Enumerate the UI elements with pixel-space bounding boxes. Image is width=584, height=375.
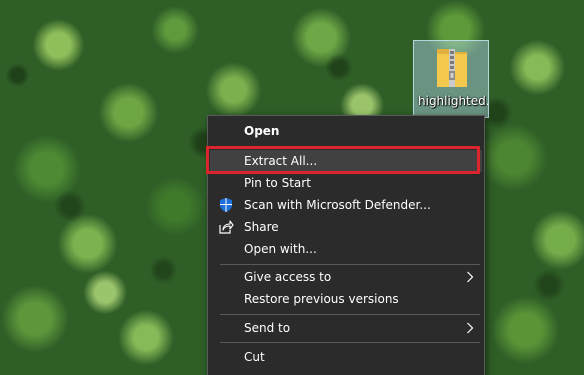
zip-folder-icon [437, 49, 467, 87]
menu-item-share[interactable]: Share [210, 216, 482, 238]
desktop-file-zip[interactable]: highlighted.zi [413, 40, 489, 118]
menu-item-open-with[interactable]: Open with... [210, 238, 482, 260]
context-menu: Open Extract All... Pin to Start Scan wi… [207, 115, 485, 375]
menu-item-label: Open [244, 124, 280, 138]
menu-item-restore-versions[interactable]: Restore previous versions [210, 288, 482, 310]
menu-separator [220, 314, 480, 315]
defender-shield-icon [220, 198, 232, 212]
menu-item-send-to[interactable]: Send to [210, 317, 482, 339]
menu-item-scan-defender[interactable]: Scan with Microsoft Defender... [210, 194, 482, 216]
menu-item-label: Cut [244, 350, 265, 364]
chevron-right-icon [467, 271, 474, 283]
desktop-icon-label: highlighted.zi [418, 94, 489, 108]
menu-item-label: Extract All... [244, 154, 318, 168]
menu-item-label: Pin to Start [244, 176, 311, 190]
menu-item-label: Scan with Microsoft Defender... [244, 198, 431, 212]
menu-item-label: Restore previous versions [244, 292, 399, 306]
menu-item-extract-all[interactable]: Extract All... [210, 150, 482, 172]
menu-item-pin-to-start[interactable]: Pin to Start [210, 172, 482, 194]
menu-separator [220, 264, 480, 265]
menu-item-give-access[interactable]: Give access to [210, 266, 482, 288]
share-icon [219, 220, 234, 234]
menu-separator [220, 342, 480, 343]
menu-item-label: Share [244, 220, 279, 234]
menu-item-label: Open with... [244, 242, 317, 256]
menu-item-cut[interactable]: Cut [210, 346, 482, 368]
menu-item-open[interactable]: Open [210, 120, 482, 142]
menu-separator [220, 146, 480, 147]
menu-item-label: Give access to [244, 270, 332, 284]
chevron-right-icon [467, 322, 474, 334]
menu-item-label: Send to [244, 321, 291, 335]
